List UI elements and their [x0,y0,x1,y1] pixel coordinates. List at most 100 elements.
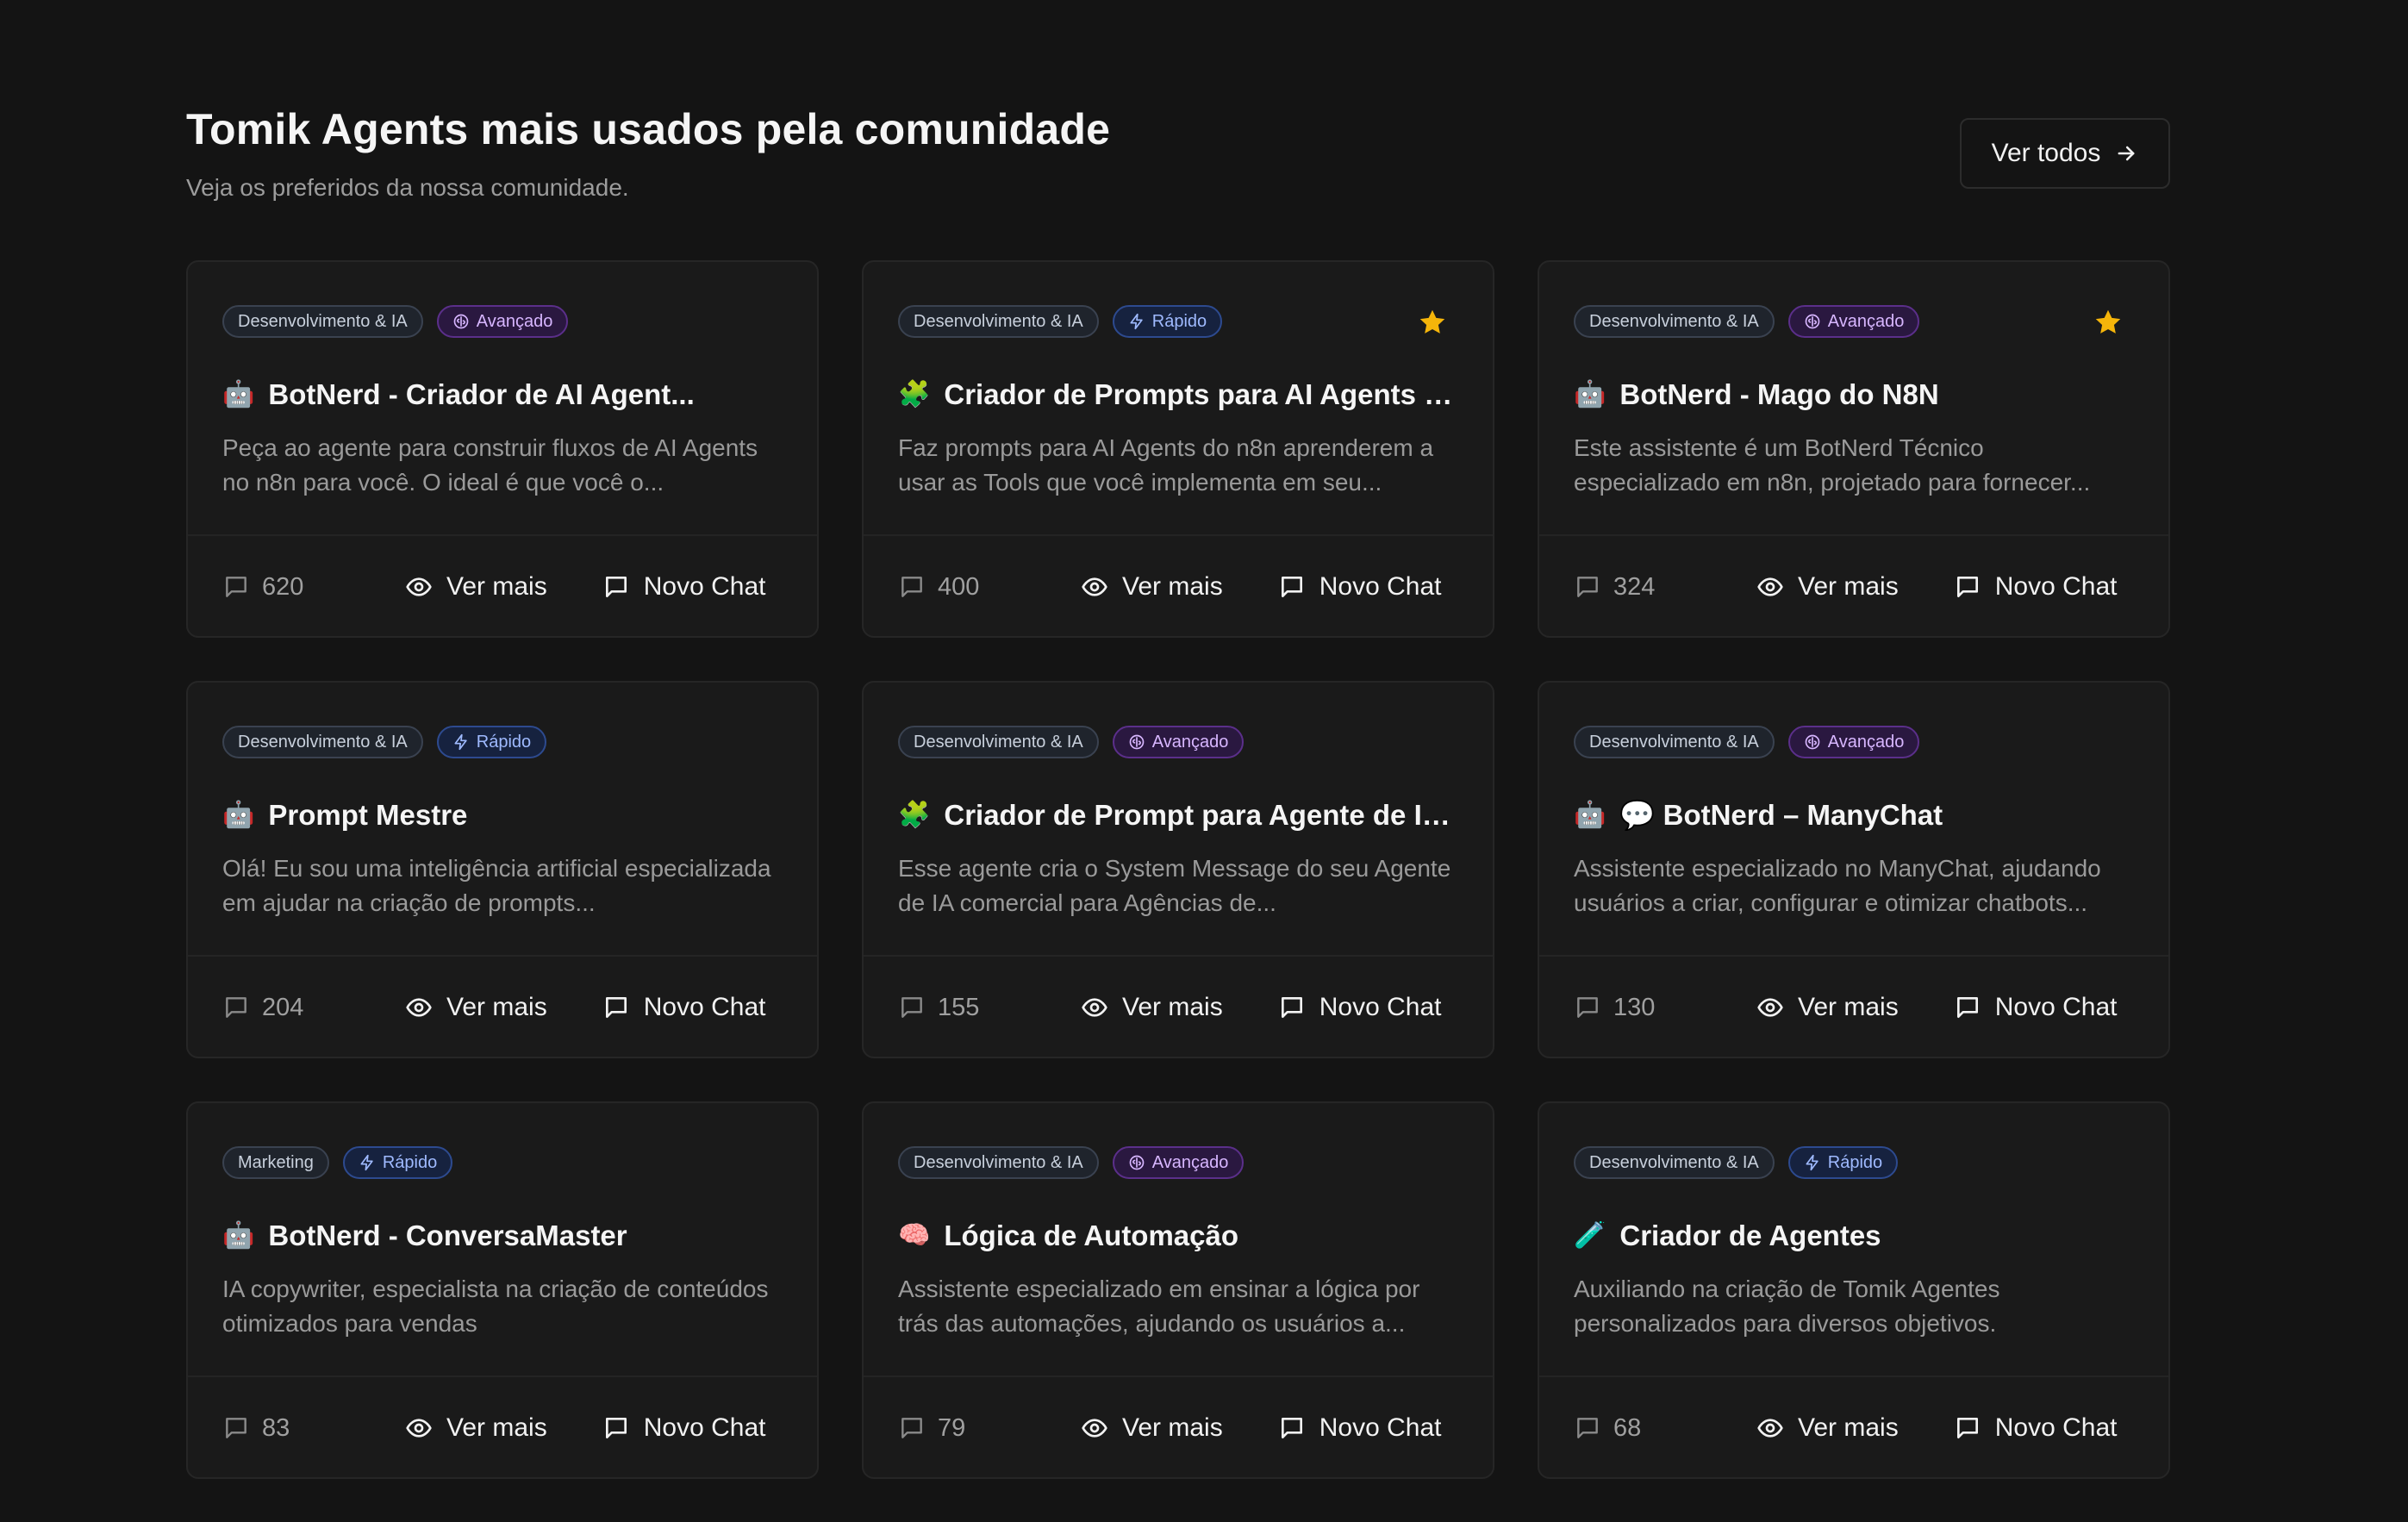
view-more-button[interactable]: Ver mais [405,1413,547,1443]
new-chat-label: Novo Chat [643,572,766,601]
agent-card[interactable]: Desenvolvimento & IA Avançado 🧠 Lógica d… [862,1101,1494,1479]
category-label: Desenvolvimento & IA [914,732,1083,752]
agent-title[interactable]: 🤖 Prompt Mestre [222,796,783,834]
card-footer: 324 Ver mais Novo Chat [1574,536,2134,636]
agent-description: Olá! Eu sou uma inteligência artificial … [222,855,771,916]
view-more-label: Ver mais [1122,1413,1223,1442]
level-label: Avançado [1827,732,1905,752]
card-tags: Desenvolvimento & IA Avançado [222,305,569,338]
card-body[interactable]: Desenvolvimento & IA Rápido 🧪 Criador de… [1539,1103,2168,1375]
category-badge: Desenvolvimento & IA [898,1146,1099,1179]
chat-count: 83 [222,1414,405,1443]
view-more-label: Ver mais [1122,572,1223,601]
new-chat-label: Novo Chat [1319,1413,1442,1442]
lightning-icon [1130,313,1143,330]
agent-description: IA copywriter, especialista na criação d… [222,1276,769,1337]
new-chat-button[interactable]: Novo Chat [1954,1413,2117,1443]
eye-icon [1082,998,1107,1017]
new-chat-button[interactable]: Novo Chat [602,572,766,602]
level-label: Avançado [1151,732,1229,752]
agent-name: Prompt Mestre [268,799,468,831]
new-chat-button[interactable]: Novo Chat [602,1413,765,1443]
brain-icon [1805,734,1820,750]
agent-emoji-icon: 🤖 [222,1220,255,1251]
chat-count: 79 [898,1414,1081,1443]
card-body[interactable]: Marketing Rápido 🤖 BotNerd - ConversaMas… [188,1103,817,1375]
agent-title[interactable]: 🧩 Criador de Prompt para Agente de IA... [898,796,1458,834]
agent-title[interactable]: 🧩 Criador de Prompts para AI Agents n8n [898,376,1458,414]
agent-card[interactable]: Marketing Rápido 🤖 BotNerd - ConversaMas… [186,1101,819,1479]
new-chat-label: Novo Chat [643,993,766,1021]
new-chat-button[interactable]: Novo Chat [602,993,766,1022]
agent-card[interactable]: Desenvolvimento & IA Avançado 🤖 BotNerd … [186,260,819,638]
level-badge: Rápido [1112,305,1223,338]
new-chat-label: Novo Chat [1994,572,2118,601]
level-label: Avançado [1827,311,1905,331]
card-body[interactable]: Desenvolvimento & IA Avançado 🤖 BotNerd … [1539,262,2168,534]
agent-card[interactable]: Desenvolvimento & IA Rápido 🧩 Criador de… [862,260,1494,638]
card-body[interactable]: Desenvolvimento & IA Avançado 🤖 BotNerd … [188,262,817,534]
lightning-icon [1806,1154,1818,1171]
agent-card[interactable]: Desenvolvimento & IA Rápido 🤖 Prompt Mes… [186,681,819,1058]
agent-card[interactable]: Desenvolvimento & IA Avançado 🧩 Criador … [862,681,1494,1058]
see-all-button[interactable]: Ver todos [1960,118,2170,189]
category-badge: Desenvolvimento & IA [222,305,423,338]
view-more-button[interactable]: Ver mais [1081,1413,1223,1443]
card-body[interactable]: Desenvolvimento & IA Avançado 🧠 Lógica d… [864,1103,1493,1375]
level-badge: Avançado [1787,726,1920,758]
see-all-label: Ver todos [1991,139,2101,167]
new-chat-button[interactable]: Novo Chat [1278,993,1441,1022]
agent-name: BotNerd - ConversaMaster [268,1219,627,1251]
agent-title[interactable]: 🧠 Lógica de Automação [898,1217,1458,1255]
chat-count: 155 [898,994,1081,1022]
brain-icon [1129,734,1145,750]
chat-square-icon [1281,997,1302,1018]
brain-icon [453,314,469,329]
view-more-button[interactable]: Ver mais [1756,993,1899,1022]
view-more-label: Ver mais [446,993,547,1021]
agent-title[interactable]: 🤖 BotNerd - Mago do N8N [1574,376,2134,414]
agent-title[interactable]: 🧪 Criador de Agentes [1574,1217,2134,1255]
new-chat-button[interactable]: Novo Chat [1954,993,2117,1022]
card-body[interactable]: Desenvolvimento & IA Rápido 🤖 Prompt Mes… [188,683,817,955]
card-footer: 79 Ver mais Novo Chat [898,1377,1458,1477]
agent-card[interactable]: Desenvolvimento & IA Rápido 🧪 Criador de… [1538,1101,2170,1479]
agent-card[interactable]: Desenvolvimento & IA Avançado 🤖 💬 BotNer… [1538,681,2170,1058]
category-badge: Desenvolvimento & IA [898,726,1099,758]
new-chat-button[interactable]: Novo Chat [1278,572,1441,602]
agent-title[interactable]: 🤖 BotNerd - Criador de AI Agent... [222,376,783,414]
card-tags: Desenvolvimento & IA Rápido [222,726,547,758]
chat-square-icon [1281,1418,1302,1438]
agent-name: BotNerd - Mago do N8N [1619,378,1939,410]
chat-square-icon [605,997,627,1018]
chat-count-value: 68 [1613,1413,1642,1442]
agent-card[interactable]: Desenvolvimento & IA Avançado 🤖 BotNerd … [1538,260,2170,638]
level-badge: Rápido [1787,1146,1899,1179]
agent-title[interactable]: 🤖 💬 BotNerd – ManyChat [1574,796,2134,834]
level-badge: Rápido [436,726,547,758]
category-badge: Desenvolvimento & IA [1574,305,1775,338]
card-body[interactable]: Desenvolvimento & IA Rápido 🧩 Criador de… [864,262,1493,534]
agent-title[interactable]: 🤖 BotNerd - ConversaMaster [222,1217,783,1255]
new-chat-button[interactable]: Novo Chat [1954,572,2118,602]
chat-count-value: 79 [938,1413,966,1442]
view-more-button[interactable]: Ver mais [1756,572,1899,602]
category-badge: Desenvolvimento & IA [1574,726,1775,758]
agent-name: Criador de Agentes [1619,1219,1881,1251]
view-more-button[interactable]: Ver mais [405,993,547,1022]
new-chat-button[interactable]: Novo Chat [1278,1413,1442,1443]
section-subtitle: Veja os preferidos da nossa comunidade. [186,174,629,201]
chat-count: 204 [222,994,405,1022]
star-icon[interactable] [1417,307,1448,338]
star-icon[interactable] [2093,307,2124,338]
message-square-icon [901,577,922,597]
view-more-button[interactable]: Ver mais [1756,1413,1899,1443]
view-more-button[interactable]: Ver mais [405,572,547,602]
view-more-button[interactable]: Ver mais [1081,572,1223,602]
view-more-button[interactable]: Ver mais [1081,993,1223,1022]
card-body[interactable]: Desenvolvimento & IA Avançado 🧩 Criador … [864,683,1493,955]
card-footer: 400 Ver mais Novo Chat [898,536,1458,636]
card-footer: 130 Ver mais Novo Chat [1574,957,2134,1057]
eye-icon [406,1419,432,1438]
card-body[interactable]: Desenvolvimento & IA Avançado 🤖 💬 BotNer… [1539,683,2168,955]
